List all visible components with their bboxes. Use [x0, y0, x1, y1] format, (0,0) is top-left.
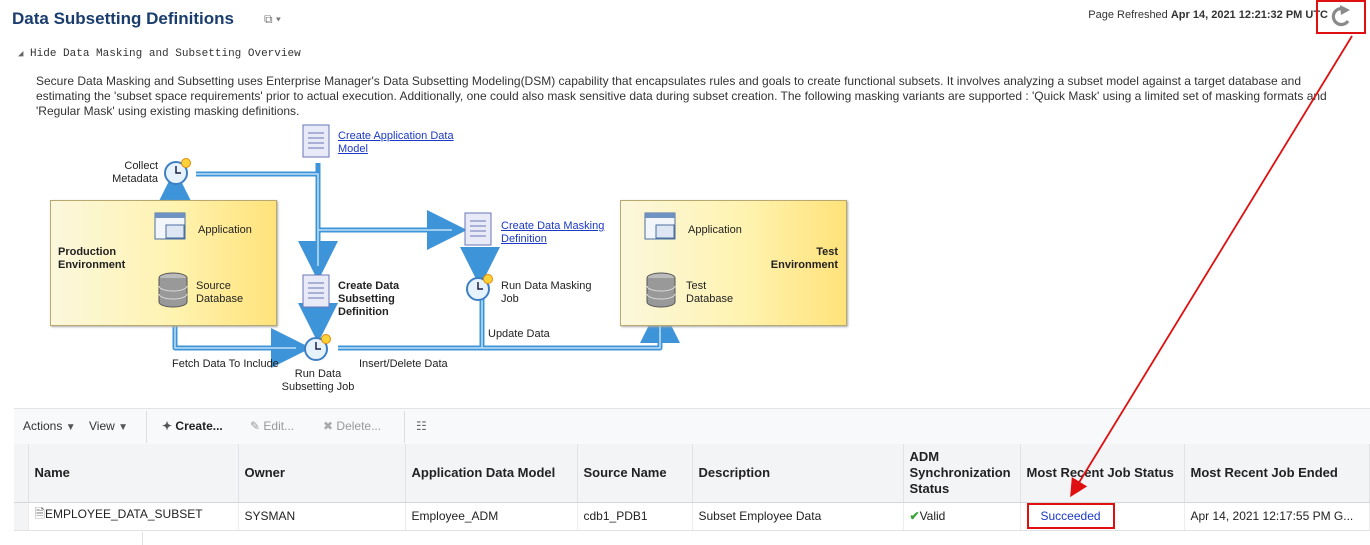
pencil-icon: ✎ — [250, 419, 261, 433]
column-header-description[interactable]: Description — [692, 444, 904, 503]
job-status-highlight: Succeeded — [1026, 503, 1115, 529]
refreshed-time: Apr 14, 2021 12:21:32 PM UTC — [1170, 9, 1328, 21]
test-database-label: Test Database — [686, 280, 734, 305]
edit-button[interactable]: ✎ Edit... — [250, 419, 294, 433]
create-adm-document-icon — [302, 124, 332, 163]
table-header-row: Name Owner Application Data Model Source… — [14, 444, 1370, 503]
column-header-adm[interactable]: Application Data Model — [405, 444, 578, 503]
refresh-button[interactable] — [1316, 0, 1366, 34]
application-window-icon — [154, 212, 190, 247]
column-header-owner[interactable]: Owner — [238, 444, 406, 503]
refresh-icon[interactable] — [1318, 2, 1364, 32]
test-database-icon — [646, 272, 678, 313]
update-data-label: Update Data — [488, 328, 550, 340]
delete-button[interactable]: ✖ Delete... — [323, 419, 381, 433]
column-header-job-status[interactable]: Most Recent Job Status — [1020, 444, 1185, 503]
page-refreshed: Page Refreshed Apr 14, 2021 12:21:32 PM … — [1088, 9, 1328, 21]
fetch-data-label: Fetch Data To Include — [172, 358, 279, 370]
cell-adm: Employee_ADM — [405, 502, 578, 531]
overview-description: Secure Data Masking and Subsetting uses … — [36, 74, 1327, 118]
table-toolbar: Actions ▼ View ▼ ✦ Create... ✎ Edit... ✖… — [14, 408, 1370, 444]
chevron-down-icon: ▼ — [65, 422, 76, 433]
job-status-link[interactable]: Succeeded — [1041, 509, 1101, 523]
toolbar-divider — [404, 411, 405, 443]
test-application-window-icon — [644, 212, 680, 247]
collect-metadata-label: Collect Metadata — [112, 160, 158, 185]
overview-toggle[interactable]: ◢ Hide Data Masking and Subsetting Overv… — [18, 48, 301, 60]
cell-job-ended: Apr 14, 2021 12:17:55 PM G... — [1184, 502, 1370, 531]
column-divider — [142, 532, 143, 545]
chevron-down-icon: ▼ — [118, 422, 129, 433]
actions-menu[interactable]: Actions ▼ — [23, 419, 76, 433]
toolbar-divider — [146, 411, 147, 443]
cell-owner: SYSMAN — [238, 502, 406, 531]
create-button[interactable]: ✦ Create... — [162, 419, 223, 433]
masking-job-clock-icon — [466, 274, 496, 305]
table-row[interactable]: 🗎EMPLOYEE_DATA_SUBSET SYSMAN Employee_AD… — [14, 502, 1370, 531]
run-masking-job-label: Run Data Masking Job — [501, 280, 592, 305]
subsetting-job-clock-icon — [304, 334, 334, 365]
run-subsetting-job-label: Run Data Subsetting Job — [281, 368, 355, 393]
document-icon: 🗎 — [34, 506, 45, 521]
triangle-down-icon: ◢ — [18, 49, 24, 59]
subsetting-definition-document-icon — [302, 274, 332, 313]
workflow-diagram: Collect Metadata Create Application Data M… — [0, 118, 900, 398]
create-masking-definition-link[interactable]: Create Data Masking Definition — [501, 220, 604, 246]
create-icon: ✦ — [162, 419, 173, 433]
refreshed-label: Page Refreshed — [1088, 9, 1168, 21]
page-actions-menu[interactable]: ⧉ ▾ — [264, 12, 281, 27]
cell-source-name: cdb1_PDB1 — [577, 502, 693, 531]
overview-toggle-label[interactable]: Hide Data Masking and Subsetting Overvie… — [30, 48, 301, 60]
source-database-icon — [158, 272, 190, 313]
production-application-label: Application — [198, 224, 252, 236]
cell-sync-status: ✔Valid — [903, 502, 1021, 531]
row-selector[interactable] — [14, 502, 29, 531]
copy-icon[interactable]: ⧉ — [264, 12, 273, 26]
create-subsetting-definition-label: Create Data Subsetting Definition — [338, 280, 400, 318]
source-database-label: Source Database — [196, 280, 244, 305]
create-adm-link[interactable]: Create Application Data Model — [338, 130, 454, 156]
insert-delete-label: Insert/Delete Data — [359, 358, 448, 370]
checkmark-icon: ✔ — [909, 509, 920, 523]
collect-metadata-clock-icon — [164, 158, 194, 189]
column-header-job-ended[interactable]: Most Recent Job Ended — [1184, 444, 1370, 503]
x-icon: ✖ — [323, 419, 334, 433]
cell-job-status: Succeeded — [1020, 502, 1185, 531]
chevron-down-icon[interactable]: ▾ — [276, 12, 281, 26]
detach-icon[interactable]: ☷ — [416, 419, 427, 433]
view-menu[interactable]: View ▼ — [89, 419, 128, 433]
production-environment-label: Production Environment — [58, 246, 126, 271]
test-environment-label: Test Environment — [770, 246, 838, 271]
cell-description: Subset Employee Data — [692, 502, 904, 531]
column-header-source-name[interactable]: Source Name — [577, 444, 693, 503]
cell-name[interactable]: 🗎EMPLOYEE_DATA_SUBSET — [28, 502, 239, 531]
subsetting-definitions-table: Name Owner Application Data Model Source… — [14, 444, 1370, 531]
test-application-label: Application — [688, 224, 742, 236]
row-selector-header — [14, 444, 29, 503]
page-title: Data Subsetting Definitions — [12, 9, 234, 28]
column-header-sync-status[interactable]: ADM Synchronization Status — [903, 444, 1021, 503]
masking-definition-document-icon — [464, 212, 494, 251]
column-header-name[interactable]: Name — [28, 444, 239, 503]
